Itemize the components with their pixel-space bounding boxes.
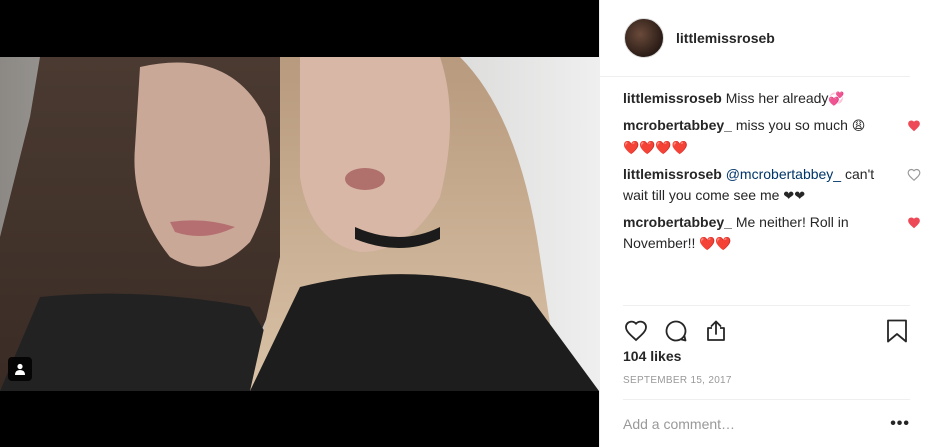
comments-list: littlemissroseb Miss her already💞 mcrobe…	[623, 88, 921, 255]
action-bar	[623, 305, 910, 345]
likes-count[interactable]: 104 likes	[623, 348, 681, 364]
comment-item: mcrobertabbey_ Me neither! Roll in Novem…	[623, 212, 920, 255]
comment-emoji: ❤️❤️	[699, 237, 732, 252]
avatar[interactable]	[624, 18, 664, 58]
comment-emoji: 😩	[851, 119, 866, 134]
post-dialog: littlemissroseb littlemissroseb Miss her…	[0, 0, 936, 447]
tagged-people-button[interactable]	[8, 357, 32, 381]
comment-mention[interactable]: @mcrobertabbey_	[726, 166, 841, 182]
comment-item: littlemissroseb Miss her already💞	[623, 88, 913, 110]
add-comment-bar: •••	[623, 399, 910, 447]
more-options-button[interactable]: •••	[890, 415, 910, 433]
add-comment-input[interactable]	[623, 415, 891, 432]
save-button[interactable]	[884, 318, 910, 344]
post-date: SEPTEMBER 15, 2017	[623, 375, 732, 386]
details-panel: littlemissroseb littlemissroseb Miss her…	[599, 0, 936, 447]
media-panel	[0, 0, 599, 447]
header-username[interactable]: littlemissroseb	[676, 30, 775, 46]
heart-filled-icon[interactable]	[907, 216, 921, 230]
comment-button[interactable]	[663, 318, 689, 344]
heart-outline-icon	[625, 320, 647, 341]
comment-item: mcrobertabbey_ miss you so much 😩 ❤️❤️❤️…	[623, 115, 920, 159]
post-header: littlemissroseb	[600, 0, 910, 77]
share-button[interactable]	[703, 318, 729, 344]
comment-emoji-hearts: ❤️❤️❤️❤️	[623, 141, 688, 156]
comment-username[interactable]: mcrobertabbey_	[623, 117, 732, 133]
like-button[interactable]	[623, 318, 649, 344]
heart-filled-icon[interactable]	[907, 119, 921, 133]
comment-item: littlemissroseb @mcrobertabbey_ can't wa…	[623, 164, 921, 207]
person-icon	[15, 363, 25, 375]
post-photo[interactable]	[0, 57, 599, 391]
comment-text: Miss her already	[725, 90, 829, 106]
photo-illustration	[0, 57, 599, 391]
bookmark-icon	[887, 319, 907, 342]
comment-username[interactable]: mcrobertabbey_	[623, 214, 732, 230]
comment-emoji: ❤❤	[783, 189, 806, 204]
comment-emoji: 💞	[828, 92, 845, 107]
comment-username[interactable]: littlemissroseb	[623, 90, 722, 106]
comment-icon	[665, 320, 687, 341]
comment-username[interactable]: littlemissroseb	[623, 166, 722, 182]
heart-outline-icon[interactable]	[907, 168, 921, 182]
comment-text: miss you so much	[735, 117, 848, 133]
share-icon	[707, 320, 725, 341]
